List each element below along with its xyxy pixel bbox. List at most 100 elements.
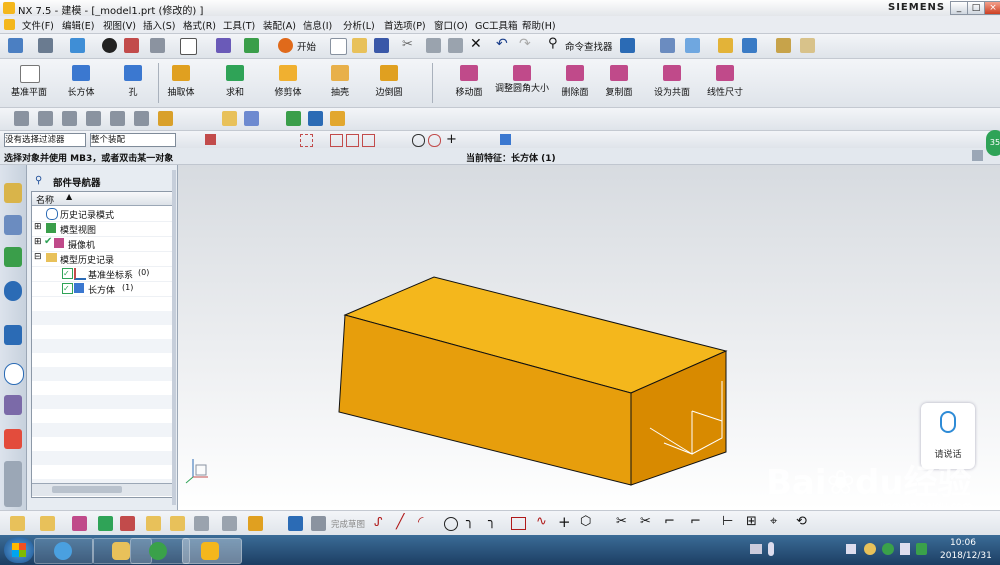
menu-view[interactable]: 视图(V) — [103, 18, 136, 32]
edit-feature-icon[interactable] — [14, 111, 29, 126]
auto-dimension-icon[interactable]: ⊞ — [746, 514, 757, 529]
close-button[interactable]: × — [984, 1, 1000, 15]
circle-icon[interactable] — [444, 517, 458, 531]
keyboard-icon[interactable] — [750, 544, 762, 554]
arc-icon[interactable]: ◜ — [418, 514, 423, 530]
display-icon[interactable] — [150, 38, 165, 53]
part-navigator-icon[interactable] — [4, 215, 22, 235]
menu-help[interactable]: 帮助(H) — [522, 18, 556, 32]
corner-icon[interactable]: ⌐ — [664, 514, 675, 529]
tree-item-datum-csys[interactable]: ✓ 基准坐标系 (0) — [32, 266, 172, 282]
play-icon[interactable] — [742, 38, 757, 53]
menu-preferences[interactable]: 首选项(P) — [384, 18, 426, 32]
checkbox-icon[interactable]: ✓ — [62, 268, 73, 279]
point-icon[interactable]: + — [558, 513, 571, 531]
microphone-tray-icon[interactable] — [768, 542, 774, 556]
history-icon[interactable] — [4, 363, 24, 385]
type-filter-select[interactable]: 没有选择过滤器 — [4, 133, 86, 147]
offset-icon[interactable] — [330, 111, 345, 126]
alternate-icon[interactable]: ⟲ — [796, 514, 807, 529]
triangle-ruler-icon[interactable] — [800, 38, 815, 53]
snap-control-icon[interactable] — [362, 134, 375, 147]
menu-information[interactable]: 信息(I) — [303, 18, 332, 32]
save-icon[interactable] — [374, 38, 389, 53]
trim-icon[interactable]: ✂ — [616, 514, 627, 529]
make-coplanar-button[interactable]: 设为共面 — [643, 61, 701, 103]
new-file-icon[interactable] — [330, 38, 347, 55]
reorder-icon[interactable] — [62, 111, 77, 126]
unite-button[interactable]: 求和 — [206, 61, 264, 103]
menu-window[interactable]: 窗口(O) — [434, 18, 468, 32]
checkbox-icon[interactable]: ✓ — [62, 283, 73, 294]
sketch-rotate-icon[interactable] — [120, 516, 135, 531]
tray-360-icon[interactable] — [882, 543, 894, 555]
minimize-button[interactable]: _ — [950, 1, 968, 15]
sketch-move-icon[interactable] — [98, 516, 113, 531]
sketch-pattern-icon[interactable] — [170, 516, 185, 531]
scroll-thumb[interactable] — [52, 486, 122, 493]
sketch-project-icon[interactable] — [248, 516, 263, 531]
binoculars-icon[interactable]: ⚲ — [548, 36, 558, 51]
sketch-plane-icon[interactable] — [288, 516, 303, 531]
taskbar-item-ie[interactable] — [130, 538, 190, 564]
relations-icon[interactable]: ⌖ — [770, 514, 777, 529]
column-header[interactable]: 名称 ▲ — [32, 192, 172, 206]
clock-date[interactable]: 2018/12/31 — [940, 551, 992, 561]
chamfer-icon[interactable]: ╮ — [488, 514, 496, 529]
background-icon[interactable] — [180, 38, 197, 55]
profile-icon[interactable]: ᔑ — [374, 515, 383, 529]
constraint-icon[interactable]: ⌐ — [690, 514, 701, 529]
panel-splitter[interactable] — [172, 170, 176, 505]
measure-icon[interactable] — [685, 38, 700, 53]
extract-body-button[interactable]: 抽取体 — [152, 61, 210, 103]
sketch-offset-icon[interactable] — [222, 516, 237, 531]
extend-icon[interactable]: ✂ — [640, 514, 651, 529]
section-icon[interactable] — [124, 38, 139, 53]
menu-file[interactable]: 文件(F) — [22, 18, 54, 32]
start-button[interactable] — [4, 537, 34, 563]
layer-icon[interactable] — [216, 38, 231, 53]
selection-scope-select[interactable]: 整个装配 — [90, 133, 176, 147]
battery-icon[interactable] — [900, 543, 910, 555]
security-shield-icon[interactable] — [916, 543, 927, 555]
fillet-icon[interactable]: ╮ — [466, 514, 474, 529]
snap-view-icon[interactable] — [8, 38, 23, 53]
pin-icon[interactable]: ⚲ — [35, 175, 42, 186]
ruler-icon[interactable] — [776, 38, 791, 53]
synchronous-icon[interactable] — [286, 111, 301, 126]
undo-icon[interactable]: ↶ — [496, 36, 508, 52]
shading-icon[interactable] — [102, 38, 117, 53]
paste-icon[interactable] — [448, 38, 463, 53]
hd3d-icon[interactable] — [4, 281, 22, 301]
move-face-button[interactable]: 移动面 — [440, 61, 498, 103]
tree-item-history-mode[interactable]: 历史记录模式 — [32, 206, 172, 222]
cut-icon[interactable]: ✂ — [402, 37, 413, 52]
tree-item-model-views[interactable]: ⊞ 模型视图 — [32, 221, 172, 237]
web-browser-icon[interactable] — [4, 325, 22, 345]
spline-icon[interactable]: ∿ — [536, 514, 547, 529]
datum-plane-button[interactable]: 基准平面 — [0, 61, 58, 103]
linear-dimension-button[interactable]: 线性尺寸 — [696, 61, 754, 103]
app-menu-icon[interactable] — [4, 19, 15, 30]
sketch-point-icon[interactable] — [10, 516, 25, 531]
start-menu-button[interactable]: 开始 — [297, 39, 316, 53]
suppress-icon[interactable] — [86, 111, 101, 126]
sketch-transform-icon[interactable] — [146, 516, 161, 531]
copy-face-button[interactable]: 复制面 — [590, 61, 648, 103]
command-finder-button[interactable]: 命令查找器 — [565, 39, 613, 53]
rectangle-icon[interactable] — [511, 517, 526, 530]
dimension-icon[interactable]: ⊢ — [722, 514, 733, 529]
trim-body-button[interactable]: 修剪体 — [259, 61, 317, 103]
replay-icon[interactable] — [134, 111, 149, 126]
clock-time[interactable]: 10:06 — [950, 538, 976, 548]
collapse-icon[interactable]: ⊟ — [34, 252, 42, 262]
tree-item-block[interactable]: ✓ 长方体 (1) — [32, 281, 172, 297]
sketch-mirror-icon[interactable] — [194, 516, 209, 531]
expression-icon[interactable] — [158, 111, 173, 126]
snap-intersection-icon[interactable]: + — [446, 132, 457, 147]
block-button[interactable]: 长方体 — [52, 61, 110, 103]
resize-blend-button[interactable]: 调整圆角大小 — [493, 61, 551, 103]
graphics-window[interactable]: 请说话 Bai❀du经验 jingyan.baidu.com — [178, 165, 1000, 512]
snap-point-icon[interactable] — [500, 134, 511, 145]
sketch-drag-icon[interactable] — [72, 516, 87, 531]
